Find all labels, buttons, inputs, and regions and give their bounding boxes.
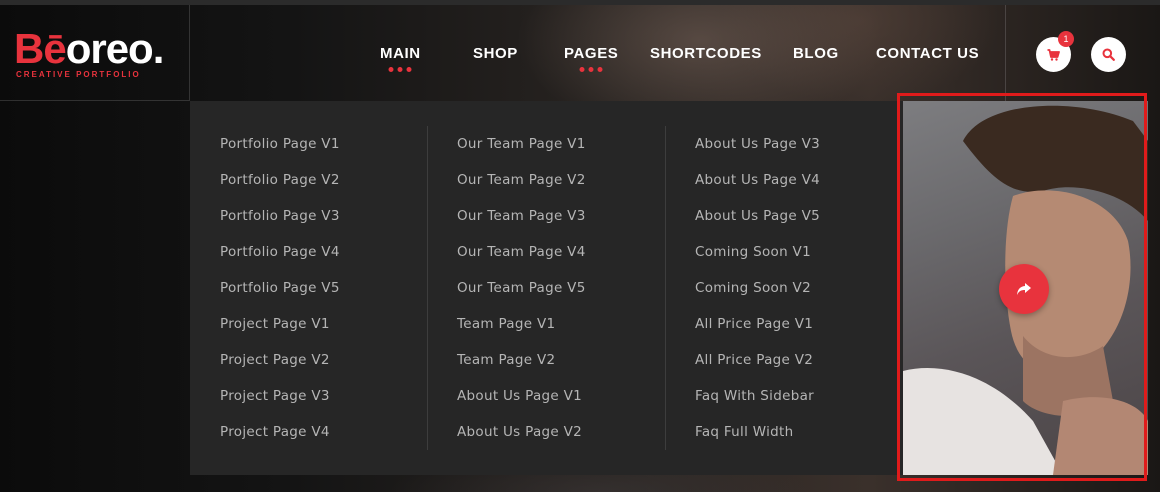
menu-link[interactable]: Portfolio Page V4	[220, 234, 340, 270]
menu-link[interactable]: Team Page V2	[457, 342, 586, 378]
menu-link[interactable]: All Price Page V2	[695, 342, 820, 378]
header-divider	[1005, 5, 1006, 101]
cart-count-badge: 1	[1058, 31, 1074, 47]
menu-link[interactable]: Portfolio Page V2	[220, 162, 340, 198]
site-header: Bēoreo. CREATIVE PORTFOLIO MAIN SHOP PAG…	[0, 5, 1160, 101]
mega-menu-column-1: Portfolio Page V1 Portfolio Page V2 Port…	[220, 126, 340, 450]
menu-link[interactable]: Team Page V1	[457, 306, 586, 342]
menu-link[interactable]: Faq Full Width	[695, 414, 820, 450]
menu-link[interactable]: About Us Page V2	[457, 414, 586, 450]
menu-link[interactable]: Coming Soon V1	[695, 234, 820, 270]
main-nav: MAIN SHOP PAGES SHORTCODES BLOG CONTACT …	[0, 5, 1160, 101]
menu-link[interactable]: All Price Page V1	[695, 306, 820, 342]
share-icon	[1017, 283, 1031, 295]
nav-item-pages[interactable]: PAGES	[564, 45, 619, 72]
nav-item-label: SHORTCODES	[650, 45, 762, 62]
menu-link[interactable]: Coming Soon V2	[695, 270, 820, 306]
promo-image[interactable]	[903, 101, 1148, 475]
mega-menu-column-2: Our Team Page V1 Our Team Page V2 Our Te…	[457, 126, 586, 450]
nav-item-contact-us[interactable]: CONTACT US	[876, 45, 979, 62]
active-indicator	[579, 67, 603, 72]
menu-link[interactable]: Our Team Page V3	[457, 198, 586, 234]
cart-button[interactable]: 1	[1036, 31, 1074, 72]
menu-link[interactable]: Portfolio Page V3	[220, 198, 340, 234]
menu-link[interactable]: About Us Page V4	[695, 162, 820, 198]
menu-link[interactable]: Our Team Page V4	[457, 234, 586, 270]
column-divider	[665, 126, 666, 450]
shopping-cart-icon	[1047, 48, 1060, 61]
menu-link[interactable]: Project Page V1	[220, 306, 340, 342]
pages-mega-menu: Portfolio Page V1 Portfolio Page V2 Port…	[190, 101, 1148, 475]
menu-link[interactable]: Project Page V4	[220, 414, 340, 450]
menu-link[interactable]: About Us Page V5	[695, 198, 820, 234]
menu-link[interactable]: Portfolio Page V1	[220, 126, 340, 162]
menu-link[interactable]: Faq With Sidebar	[695, 378, 820, 414]
nav-item-main[interactable]: MAIN	[380, 45, 421, 72]
search-icon	[1102, 48, 1115, 61]
menu-link[interactable]: Portfolio Page V5	[220, 270, 340, 306]
nav-item-shop[interactable]: SHOP	[473, 45, 518, 62]
nav-item-label: MAIN	[380, 45, 421, 62]
active-indicator	[388, 67, 412, 72]
nav-item-label: SHOP	[473, 45, 518, 62]
nav-item-shortcodes[interactable]: SHORTCODES	[650, 45, 762, 62]
nav-item-blog[interactable]: BLOG	[793, 45, 839, 62]
menu-link[interactable]: About Us Page V3	[695, 126, 820, 162]
nav-item-label: PAGES	[564, 45, 619, 62]
nav-item-label: CONTACT US	[876, 45, 980, 62]
menu-link[interactable]: Our Team Page V5	[457, 270, 586, 306]
column-divider	[427, 126, 428, 450]
menu-link[interactable]: Our Team Page V2	[457, 162, 586, 198]
search-button[interactable]	[1091, 37, 1126, 72]
menu-link[interactable]: About Us Page V1	[457, 378, 586, 414]
mega-menu-column-3: About Us Page V3 About Us Page V4 About …	[695, 126, 820, 450]
share-button[interactable]	[999, 264, 1049, 314]
menu-link[interactable]: Project Page V3	[220, 378, 340, 414]
menu-link[interactable]: Project Page V2	[220, 342, 340, 378]
nav-item-label: BLOG	[793, 45, 839, 62]
menu-link[interactable]: Our Team Page V1	[457, 126, 586, 162]
